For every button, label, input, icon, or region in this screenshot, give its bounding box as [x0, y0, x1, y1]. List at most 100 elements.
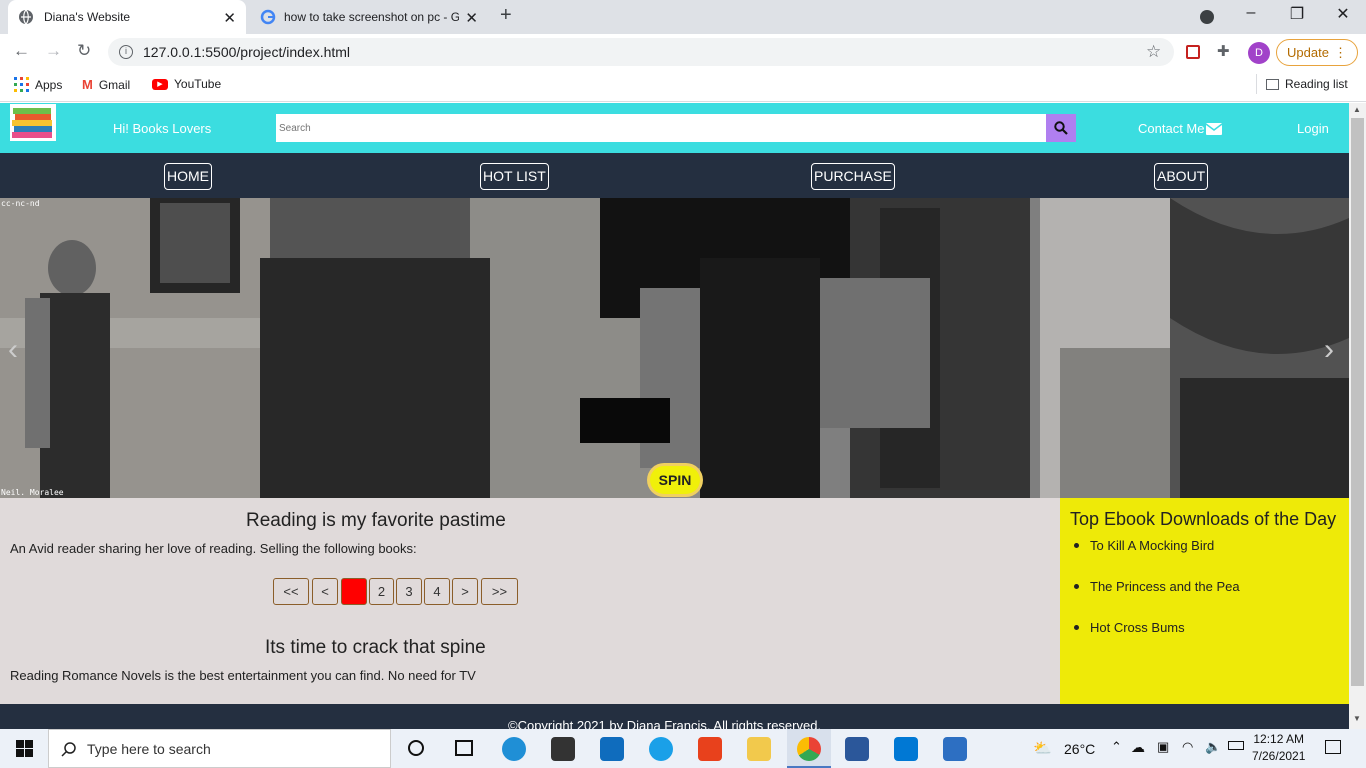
new-tab-button[interactable]: +	[500, 4, 512, 27]
apps-grid-icon	[14, 77, 29, 92]
office-icon[interactable]	[698, 737, 722, 761]
chevron-up-icon[interactable]: ⌃	[1111, 739, 1122, 755]
tab-dianas-website[interactable]: Diana's Website ✕	[8, 0, 246, 34]
chrome-icon[interactable]	[797, 737, 821, 761]
restore-button[interactable]: ❐	[1277, 4, 1317, 24]
books-logo[interactable]	[10, 104, 56, 141]
edge-icon[interactable]	[502, 737, 526, 761]
divider	[1256, 74, 1257, 94]
update-button[interactable]: Update ⋮	[1276, 39, 1358, 66]
cortana-icon[interactable]	[408, 740, 424, 756]
pagination-page-2[interactable]: 2	[369, 578, 394, 605]
pagination-last[interactable]: >>	[481, 578, 518, 605]
search-button[interactable]	[1046, 114, 1076, 142]
mail-icon[interactable]	[600, 737, 624, 761]
bookmark-youtube[interactable]: ▶ YouTube	[152, 77, 221, 91]
bookmark-label: YouTube	[174, 77, 222, 91]
romance-text: Reading Romance Novels is the best enter…	[10, 668, 476, 683]
pagination-next[interactable]: >	[452, 578, 478, 605]
tab-search-icon[interactable]	[1200, 10, 1214, 24]
back-button[interactable]: ←	[13, 41, 30, 61]
update-label: Update	[1287, 45, 1329, 60]
download-item[interactable]: To Kill A Mocking Bird	[1073, 538, 1214, 553]
street-photo	[0, 198, 1349, 498]
weather-icon[interactable]: ⛅	[1033, 739, 1052, 757]
bookmark-star-icon[interactable]: ☆	[1146, 42, 1161, 62]
close-window-button[interactable]: ✕	[1323, 4, 1363, 24]
close-tab-icon[interactable]: ✕	[465, 9, 478, 27]
store-icon[interactable]	[551, 737, 575, 761]
pagination-first[interactable]: <<	[273, 578, 309, 605]
word-icon[interactable]	[845, 737, 869, 761]
reading-list-icon	[1266, 78, 1279, 90]
nav-home[interactable]: HOME	[164, 163, 212, 190]
youtube-icon: ▶	[152, 78, 168, 90]
heading-favorite-pastime: Reading is my favorite pastime	[246, 510, 506, 531]
reading-list-label: Reading list	[1285, 77, 1348, 91]
search-input[interactable]	[276, 114, 1046, 142]
carousel-prev-icon[interactable]: ‹	[8, 333, 18, 367]
tab-title: how to take screenshot on pc - G	[284, 10, 459, 24]
greeting-text: Hi! Books Lovers	[113, 121, 212, 136]
envelope-icon	[1206, 122, 1223, 135]
file-explorer-icon[interactable]	[747, 737, 771, 761]
heading-crack-spine: Its time to crack that spine	[265, 637, 486, 658]
cloud-icon[interactable]: ☁	[1131, 739, 1145, 756]
intro-text: An Avid reader sharing her love of readi…	[10, 541, 417, 556]
search-icon	[61, 741, 76, 757]
tab-google-search[interactable]: how to take screenshot on pc - G ✕	[250, 0, 488, 34]
books-stack-icon	[12, 108, 52, 138]
download-item[interactable]: The Princess and the Pea	[1074, 579, 1240, 594]
hero-carousel	[0, 198, 1349, 498]
minimize-button[interactable]: –	[1231, 4, 1271, 22]
start-button[interactable]	[16, 740, 33, 760]
reload-button[interactable]: ↻	[77, 41, 91, 61]
pagination-page-4[interactable]: 4	[424, 578, 450, 605]
vscode-icon[interactable]	[894, 737, 918, 761]
nav-hot-list[interactable]: HOT LIST	[480, 163, 549, 190]
scroll-up-icon[interactable]: ▲	[1353, 105, 1361, 114]
nav-about[interactable]: ABOUT	[1154, 163, 1209, 190]
app-icon[interactable]	[649, 737, 673, 761]
pagination-prev[interactable]: <	[312, 578, 338, 605]
pagination-page-3[interactable]: 3	[396, 578, 422, 605]
extensions-puzzle-icon[interactable]: ✚	[1217, 42, 1230, 60]
forward-button[interactable]: →	[45, 41, 62, 61]
taskbar-clock[interactable]: 12:12 AM 7/26/2021	[1252, 731, 1305, 765]
profile-avatar[interactable]: D	[1248, 42, 1270, 64]
weather-temp[interactable]: 26°C	[1064, 741, 1095, 757]
bookmark-label: Apps	[35, 77, 63, 92]
bookmark-gmail[interactable]: M Gmail	[82, 77, 130, 92]
gmail-icon: M	[82, 77, 93, 92]
volume-icon[interactable]: 🔈	[1205, 739, 1221, 755]
task-view-icon[interactable]	[455, 740, 473, 756]
contact-me-link[interactable]: Contact Me	[1138, 121, 1223, 136]
extension-pocket-icon[interactable]	[1186, 45, 1200, 59]
info-icon[interactable]: i	[119, 45, 133, 59]
nav-purchase[interactable]: PURCHASE	[811, 163, 895, 190]
pagination-page-1[interactable]: 1	[341, 578, 367, 605]
scrollbar-thumb[interactable]	[1351, 118, 1364, 686]
taskbar-search[interactable]: Type here to search	[48, 729, 391, 768]
bookmark-apps[interactable]: Apps	[14, 77, 62, 92]
google-icon	[260, 9, 276, 25]
search-icon	[1054, 121, 1068, 135]
display-icon[interactable]: ▣	[1157, 739, 1169, 755]
carousel-next-icon[interactable]: ›	[1324, 333, 1334, 367]
download-item[interactable]: Hot Cross Bums	[1074, 620, 1185, 635]
wifi-icon[interactable]: ◠	[1182, 739, 1193, 755]
media-player-icon[interactable]	[943, 737, 967, 761]
scroll-down-icon[interactable]: ▼	[1353, 714, 1361, 723]
url-text: 127.0.0.1:5500/project/index.html	[143, 44, 351, 60]
bookmark-label: Gmail	[98, 77, 131, 92]
close-tab-icon[interactable]: ✕	[223, 9, 236, 27]
clock-date: 7/26/2021	[1252, 749, 1306, 763]
contact-label: Contact Me	[1138, 121, 1205, 136]
notification-icon[interactable]	[1325, 740, 1341, 754]
reading-list-button[interactable]: Reading list	[1266, 77, 1348, 91]
spin-button[interactable]: SPIN	[650, 466, 700, 494]
tab-title: Diana's Website	[44, 10, 131, 24]
photo-credit-license: cc-nc-nd	[1, 199, 40, 208]
login-link[interactable]: Login	[1297, 121, 1329, 136]
battery-icon[interactable]	[1228, 741, 1244, 750]
